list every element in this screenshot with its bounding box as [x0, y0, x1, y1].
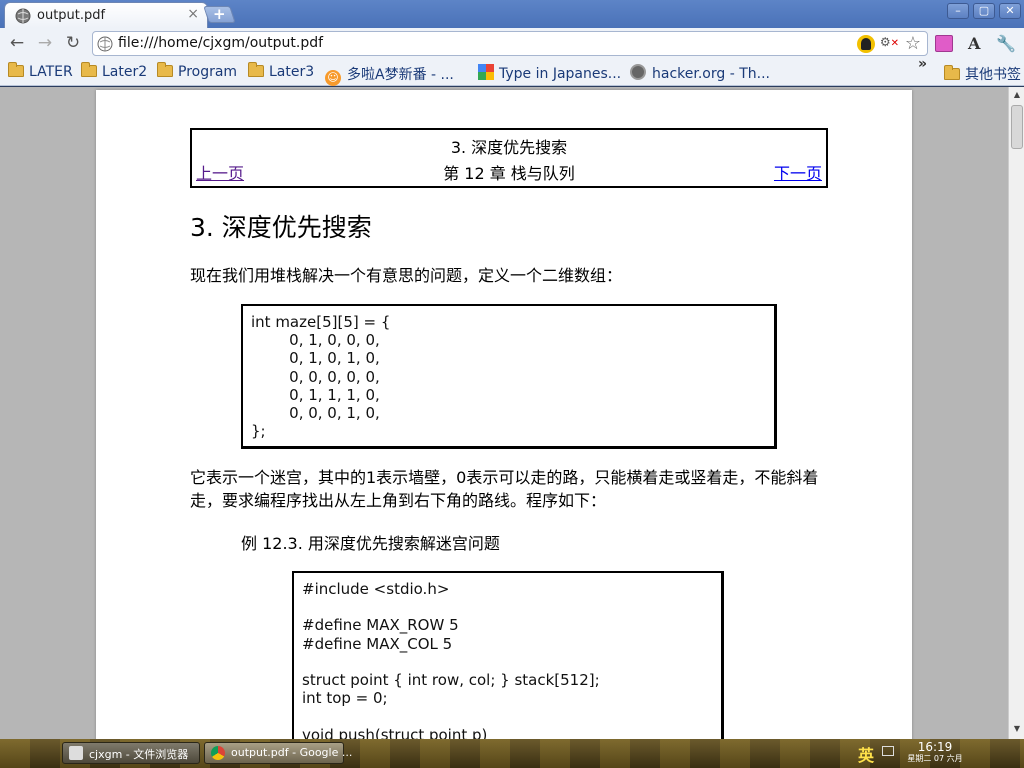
bookmarks-overflow-chevron-icon[interactable]: » [918, 56, 927, 72]
page-heading: 3. 深度优先搜索 [190, 213, 372, 242]
maze-code-block: int maze[5][5] = { 0, 1, 0, 0, 0, 0, 1, … [241, 304, 777, 449]
clock[interactable]: 16:19 星期二 07 六月 [904, 741, 966, 764]
bookmark-other[interactable]: 其他书签 [944, 64, 1021, 83]
bookmark-label: Later3 [269, 64, 315, 80]
toolbar: ← → ↻ file:///home/cjxgm/output.pdf ⚙✕ ☆… [0, 28, 1024, 58]
wrench-menu-icon[interactable]: 🔧 [996, 34, 1016, 53]
window-switcher-icon[interactable] [882, 746, 894, 756]
folder-icon [69, 746, 83, 760]
folder-icon [944, 65, 960, 80]
page-viewport: 3. 深度优先搜索 上一页 第 12 章 栈与队列 下一页 3. 深度优先搜索 … [0, 87, 1008, 739]
extension-fq-icon[interactable] [935, 35, 953, 52]
bookmark-label: Later2 [102, 64, 148, 80]
tab-title: output.pdf [37, 8, 106, 23]
taskbar: cjxgm - 文件浏览器 output.pdf - Google ... 英 … [0, 739, 1024, 768]
taskbar-label: output.pdf - Google ... [231, 746, 353, 759]
bookmark-label: 多啦A梦新番 - ... [347, 67, 454, 83]
address-bar[interactable]: file:///home/cjxgm/output.pdf ⚙✕ ☆ [92, 31, 928, 56]
taskbar-label: cjxgm - 文件浏览器 [89, 748, 189, 761]
program-code-block: #include <stdio.h> #define MAX_ROW 5 #de… [292, 571, 724, 739]
tab-output-pdf[interactable]: output.pdf × [4, 2, 208, 28]
page-icon [97, 36, 113, 52]
folder-icon [81, 62, 97, 77]
bookmark-later2[interactable]: Later2 [81, 62, 148, 82]
chrome-icon [211, 746, 225, 760]
minimize-button[interactable]: – [947, 3, 969, 19]
bookmark-program[interactable]: Program [157, 62, 238, 82]
bookmark-star-icon[interactable]: ☆ [905, 33, 921, 54]
bookmark-type-in-japanese[interactable]: Type in Japanes... [478, 64, 621, 82]
clock-date: 星期二 07 六月 [907, 754, 963, 763]
plus-icon: + [213, 5, 226, 23]
bookmarks-bar: LATER Later2 Program Later3 ☺ 多啦A梦新番 - ..… [0, 58, 1024, 86]
maximize-button[interactable]: ▢ [973, 3, 995, 19]
google-icon [478, 64, 494, 80]
globe-icon [630, 64, 646, 80]
folder-icon [248, 62, 264, 77]
scroll-down-arrow-icon[interactable]: ▼ [1011, 724, 1023, 736]
scroll-thumb[interactable] [1011, 105, 1023, 149]
bookmark-label: hacker.org - Th... [652, 66, 770, 82]
bookmark-later3[interactable]: Later3 [248, 62, 315, 82]
url-text[interactable]: file:///home/cjxgm/output.pdf [118, 35, 323, 51]
taskbar-file-browser[interactable]: cjxgm - 文件浏览器 [62, 742, 200, 764]
forward-button[interactable]: → [34, 32, 56, 54]
clock-time: 16:19 [917, 740, 953, 754]
taskbar-chrome-output[interactable]: output.pdf - Google ... [204, 742, 352, 764]
bookmark-label: LATER [29, 64, 73, 80]
reload-button[interactable]: ↻ [62, 32, 84, 54]
section-title: 3. 深度优先搜索 [450, 138, 568, 157]
bookmark-label: 其他书签 [965, 67, 1021, 83]
description-paragraph: 它表示一个迷宫，其中的1表示墙壁，0表示可以走的路，只能横着走或竖着走，不能斜着… [190, 468, 819, 510]
bookmark-later[interactable]: LATER [8, 62, 73, 82]
bookmark-label: Program [178, 64, 238, 80]
smiley-icon: ☺ [325, 70, 341, 86]
font-settings-icon[interactable]: A [968, 34, 980, 53]
globe-icon [15, 8, 31, 24]
bookmark-label: Type in Japanes... [499, 66, 622, 82]
next-page-link[interactable]: 下一页 [774, 160, 822, 184]
back-button[interactable]: ← [6, 32, 28, 54]
new-tab-button[interactable]: + [203, 5, 236, 23]
tab-strip: output.pdf × + – ▢ ✕ [0, 0, 1024, 28]
scroll-up-arrow-icon[interactable]: ▲ [1011, 90, 1023, 102]
folder-icon [157, 62, 173, 77]
example-caption: 例 12.3. 用深度优先搜索解迷宫问题 [241, 534, 500, 553]
tab-close-button[interactable]: × [187, 6, 199, 22]
window-close-button[interactable]: ✕ [999, 3, 1021, 19]
extension-avatar-icon[interactable] [857, 35, 875, 53]
input-method-indicator[interactable]: 英 [858, 742, 874, 766]
chapter-title: 第 12 章 栈与队列 [443, 164, 575, 183]
bookmark-hacker-org[interactable]: hacker.org - Th... [630, 64, 770, 82]
pdf-page: 3. 深度优先搜索 上一页 第 12 章 栈与队列 下一页 3. 深度优先搜索 … [96, 90, 912, 739]
bookmark-doraemon[interactable]: ☺ 多啦A梦新番 - ... [325, 64, 454, 86]
extension-translate-icon[interactable]: ⚙✕ [880, 35, 899, 49]
chapter-nav-box: 3. 深度优先搜索 上一页 第 12 章 栈与队列 下一页 [190, 128, 828, 188]
intro-paragraph: 现在我们用堆栈解决一个有意思的问题，定义一个二维数组： [190, 266, 623, 285]
folder-icon [8, 62, 24, 77]
vertical-scrollbar[interactable]: ▲ ▼ [1008, 87, 1024, 739]
